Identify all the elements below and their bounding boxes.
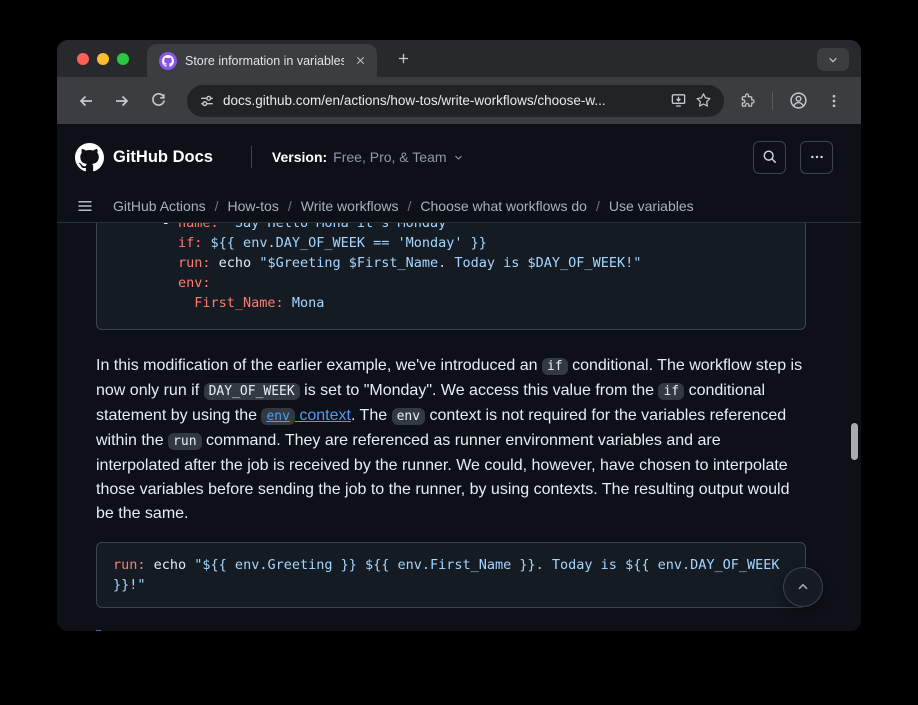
browser-window: Store information in variables [57,40,861,631]
profile-icon[interactable] [783,86,813,116]
fullscreen-window-button[interactable] [117,53,129,65]
version-value: Free, Pro, & Team [333,149,446,165]
breadcrumb-item-use-variables[interactable]: Use variables [609,198,694,214]
body-paragraph: In this modification of the earlier exam… [96,354,806,526]
header-menu-button[interactable] [800,141,833,174]
toolbar-divider [772,92,773,110]
browser-menu-icon[interactable] [819,86,849,116]
inline-code: if [542,358,568,375]
inline-code: if [658,383,684,400]
page-viewport: GitHub Docs Version: Free, Pro, & Team [57,124,861,631]
version-picker[interactable]: Version: Free, Pro, & Team [272,149,464,165]
code-line: First_Name: Mona [113,293,789,313]
yaml-code-block: - name: "Say Hello Mona it's Monday" if:… [96,223,806,330]
inline-code: DAY_OF_WEEK [204,383,300,400]
github-docs-home-link[interactable]: GitHub Docs [75,143,213,172]
chevron-down-icon [453,152,464,163]
search-button[interactable] [753,141,786,174]
tab-strip: Store information in variables [57,40,861,77]
version-label: Version: [272,149,327,165]
code-line: }}!" [113,575,789,595]
site-settings-icon[interactable] [199,93,215,109]
address-bar[interactable]: docs.github.com/en/actions/how-tos/write… [187,85,724,117]
back-button[interactable] [71,86,101,116]
minimize-window-button[interactable] [97,53,109,65]
forward-button[interactable] [107,86,137,116]
code-line: if: ${{ env.DAY_OF_WEEK == 'Monday' }} [113,233,789,253]
scroll-to-top-button[interactable] [783,567,823,607]
github-docs-favicon-icon [159,52,177,70]
header-divider [251,146,252,168]
breadcrumb-item-choose-what-workflows-do[interactable]: Choose what workflows do [420,198,587,214]
breadcrumb-row: GitHub Actions / How-tos / Write workflo… [57,190,861,222]
reload-button[interactable] [143,86,173,116]
scrollbar-thumb[interactable] [851,423,858,460]
new-tab-button[interactable] [389,45,417,73]
browser-toolbar: docs.github.com/en/actions/how-tos/write… [57,77,861,124]
inline-code: run [168,433,201,450]
bookmark-star-icon[interactable] [695,92,712,109]
code-line: run: echo "${{ env.Greeting }} ${{ env.F… [113,555,789,575]
breadcrumb-separator: / [288,198,292,214]
clipped-element [96,630,101,631]
breadcrumb-item-write-workflows[interactable]: Write workflows [301,198,399,214]
extensions-icon[interactable] [732,86,762,116]
breadcrumb-item-github-actions[interactable]: GitHub Actions [113,198,206,214]
site-header: GitHub Docs Version: Free, Pro, & Team [57,124,861,223]
tab-close-icon[interactable] [352,52,369,69]
code-line: run: echo "$Greeting $First_Name. Today … [113,253,789,273]
code-line: env: [113,273,789,293]
toolbar-actions [732,86,849,116]
article-content: - name: "Say Hello Mona it's Monday" if:… [57,223,861,631]
run-command-code-block: run: echo "${{ env.Greeting }} ${{ env.F… [96,542,806,608]
breadcrumb-separator: / [596,198,600,214]
inline-code: env [392,408,425,425]
header-actions [753,141,833,174]
close-window-button[interactable] [77,53,89,65]
url-text[interactable]: docs.github.com/en/actions/how-tos/write… [223,93,662,108]
code-line: - name: "Say Hello Mona it's Monday" [113,223,789,233]
tab-search-button[interactable] [817,48,849,71]
inline-code-link[interactable]: env [261,408,294,425]
brand-title: GitHub Docs [113,148,213,167]
window-controls [57,53,143,65]
github-logo-icon [75,143,104,172]
sidebar-toggle-button[interactable] [73,194,97,218]
desktop-background: Store information in variables [0,0,918,705]
inline-link[interactable]: context [295,407,351,424]
breadcrumb-separator: / [215,198,219,214]
install-app-icon[interactable] [670,92,687,109]
breadcrumb-item-how-tos[interactable]: How-tos [228,198,279,214]
breadcrumb: GitHub Actions / How-tos / Write workflo… [113,198,694,214]
tab-title: Store information in variables [185,54,344,68]
breadcrumb-separator: / [408,198,412,214]
browser-tab[interactable]: Store information in variables [147,44,377,77]
site-header-row: GitHub Docs Version: Free, Pro, & Team [57,124,861,190]
